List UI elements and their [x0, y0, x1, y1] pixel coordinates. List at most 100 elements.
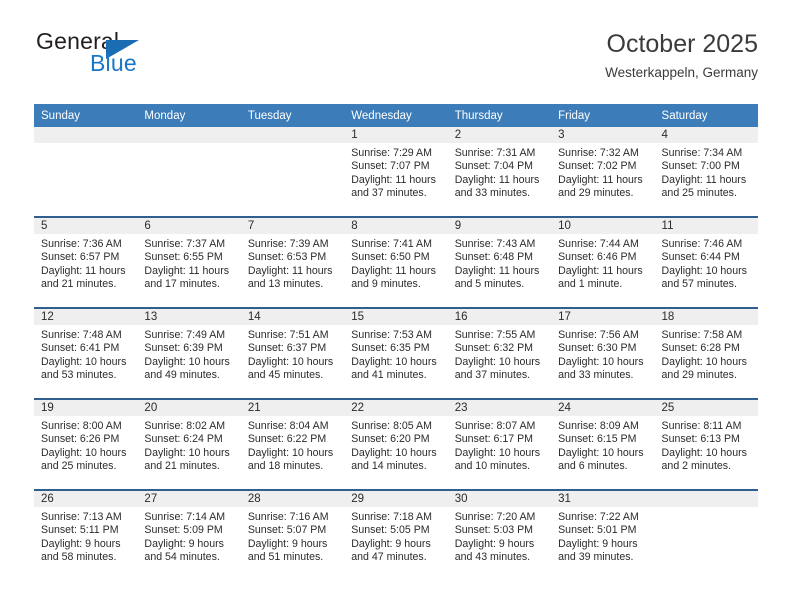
day-details: Sunrise: 7:39 AM Sunset: 6:53 PM Dayligh…	[241, 234, 344, 292]
day-details	[137, 143, 240, 147]
daylight-line-2: and 1 minute.	[558, 278, 623, 291]
sunrise-line: Sunrise: 7:31 AM	[454, 147, 536, 159]
calendar-day-cell[interactable]: 17 Sunrise: 7:56 AM Sunset: 6:30 PM Dayl…	[551, 307, 655, 399]
calendar-day-cell[interactable]: 11 Sunrise: 7:46 AM Sunset: 6:44 PM Dayl…	[654, 216, 758, 308]
sunset-line: Sunset: 6:46 PM	[558, 251, 637, 264]
day-details: Sunrise: 7:53 AM Sunset: 6:35 PM Dayligh…	[344, 325, 447, 383]
calendar-day-cell[interactable]: 29 Sunrise: 7:18 AM Sunset: 5:05 PM Dayl…	[344, 489, 448, 580]
sunset-line: Sunset: 6:55 PM	[144, 251, 223, 264]
calendar-day-cell[interactable]: 4 Sunrise: 7:34 AM Sunset: 7:00 PM Dayli…	[654, 127, 758, 217]
calendar-day-cell[interactable]: 20 Sunrise: 8:02 AM Sunset: 6:24 PM Dayl…	[137, 398, 241, 490]
day-number: 13	[137, 309, 241, 325]
page-header: General Blue October 2025 Westerkappeln,…	[34, 30, 758, 92]
daylight-line-1: Daylight: 10 hours	[661, 355, 747, 368]
calendar-day-cell[interactable]	[137, 127, 241, 217]
daylight-line-2: and 45 minutes.	[247, 369, 324, 382]
calendar-day-cell[interactable]	[240, 127, 345, 217]
calendar-day-cell[interactable]: 7 Sunrise: 7:39 AM Sunset: 6:53 PM Dayli…	[240, 216, 345, 308]
day-details: Sunrise: 7:44 AM Sunset: 6:46 PM Dayligh…	[551, 234, 654, 292]
day-details: Sunrise: 7:13 AM Sunset: 5:11 PM Dayligh…	[34, 507, 137, 565]
day-details: Sunrise: 7:46 AM Sunset: 6:44 PM Dayligh…	[655, 234, 758, 292]
sunrise-line: Sunrise: 8:07 AM	[454, 420, 536, 432]
calendar-day-cell[interactable]: 16 Sunrise: 7:55 AM Sunset: 6:32 PM Dayl…	[447, 307, 552, 399]
daylight-line-2: and 25 minutes.	[661, 187, 737, 200]
day-number: 25	[654, 400, 758, 416]
day-number: 14	[240, 309, 345, 325]
day-details: Sunrise: 8:05 AM Sunset: 6:20 PM Dayligh…	[344, 416, 447, 474]
sunset-line: Sunset: 7:07 PM	[351, 160, 430, 173]
calendar-day-cell[interactable]: 19 Sunrise: 8:00 AM Sunset: 6:26 PM Dayl…	[34, 398, 138, 490]
brand-logo[interactable]: General Blue	[34, 30, 234, 88]
daylight-line-2: and 41 minutes.	[351, 369, 427, 382]
calendar-week-row: 5 Sunrise: 7:36 AM Sunset: 6:57 PM Dayli…	[34, 216, 758, 308]
calendar-day-cell[interactable]: 22 Sunrise: 8:05 AM Sunset: 6:20 PM Dayl…	[344, 398, 448, 490]
daylight-line-1: Daylight: 11 hours	[351, 264, 436, 277]
day-number: 19	[34, 400, 138, 416]
sunrise-line: Sunrise: 8:09 AM	[558, 420, 639, 432]
sunset-line: Sunset: 6:20 PM	[351, 433, 430, 446]
calendar-day-cell[interactable]: 28 Sunrise: 7:16 AM Sunset: 5:07 PM Dayl…	[240, 489, 345, 580]
sunset-line: Sunset: 6:53 PM	[247, 251, 327, 264]
page-title: October 2025	[606, 30, 759, 58]
day-number	[137, 127, 241, 143]
day-details: Sunrise: 8:07 AM Sunset: 6:17 PM Dayligh…	[448, 416, 551, 474]
sunset-line: Sunset: 6:28 PM	[661, 342, 740, 355]
daylight-line-1: Daylight: 11 hours	[351, 173, 436, 186]
sunrise-line: Sunrise: 7:51 AM	[247, 329, 329, 341]
calendar-day-cell[interactable]	[34, 127, 138, 217]
sunset-line: Sunset: 6:50 PM	[351, 251, 430, 264]
calendar-day-cell[interactable]: 27 Sunrise: 7:14 AM Sunset: 5:09 PM Dayl…	[137, 489, 241, 580]
calendar-day-cell[interactable]: 30 Sunrise: 7:20 AM Sunset: 5:03 PM Dayl…	[447, 489, 552, 580]
sunrise-line: Sunrise: 7:32 AM	[558, 147, 639, 159]
daylight-line-2: and 29 minutes.	[558, 187, 634, 200]
day-number: 16	[447, 309, 552, 325]
day-number: 24	[551, 400, 655, 416]
calendar-day-cell[interactable]: 18 Sunrise: 7:58 AM Sunset: 6:28 PM Dayl…	[654, 307, 758, 399]
calendar-day-cell[interactable]: 9 Sunrise: 7:43 AM Sunset: 6:48 PM Dayli…	[447, 216, 552, 308]
calendar-day-cell[interactable]: 3 Sunrise: 7:32 AM Sunset: 7:02 PM Dayli…	[551, 127, 655, 217]
calendar-body: 1 Sunrise: 7:29 AM Sunset: 7:07 PM Dayli…	[34, 127, 758, 580]
sunrise-line: Sunrise: 7:37 AM	[144, 238, 226, 250]
day-details: Sunrise: 7:36 AM Sunset: 6:57 PM Dayligh…	[34, 234, 137, 292]
daylight-line-2: and 37 minutes.	[351, 187, 427, 200]
title-block: October 2025 Westerkappeln, Germany	[605, 30, 758, 81]
calendar-week-row: 1 Sunrise: 7:29 AM Sunset: 7:07 PM Dayli…	[34, 127, 758, 217]
calendar-day-cell[interactable]: 10 Sunrise: 7:44 AM Sunset: 6:46 PM Dayl…	[551, 216, 655, 308]
calendar-day-cell[interactable]: 5 Sunrise: 7:36 AM Sunset: 6:57 PM Dayli…	[34, 216, 138, 308]
calendar-day-cell[interactable]: 24 Sunrise: 8:09 AM Sunset: 6:15 PM Dayl…	[551, 398, 655, 490]
day-number: 26	[34, 491, 138, 507]
calendar-day-cell[interactable]: 13 Sunrise: 7:49 AM Sunset: 6:39 PM Dayl…	[137, 307, 241, 399]
sunset-line: Sunset: 5:07 PM	[247, 524, 327, 537]
day-details: Sunrise: 8:00 AM Sunset: 6:26 PM Dayligh…	[34, 416, 137, 474]
day-details: Sunrise: 7:29 AM Sunset: 7:07 PM Dayligh…	[344, 143, 447, 201]
daylight-line-1: Daylight: 11 hours	[247, 264, 333, 277]
day-details: Sunrise: 7:31 AM Sunset: 7:04 PM Dayligh…	[448, 143, 551, 201]
calendar-day-cell[interactable]: 2 Sunrise: 7:31 AM Sunset: 7:04 PM Dayli…	[447, 127, 552, 217]
sunrise-line: Sunrise: 7:39 AM	[247, 238, 329, 250]
calendar-day-cell[interactable]: 21 Sunrise: 8:04 AM Sunset: 6:22 PM Dayl…	[240, 398, 345, 490]
calendar-day-cell[interactable]: 25 Sunrise: 8:11 AM Sunset: 6:13 PM Dayl…	[654, 398, 758, 490]
calendar-day-cell[interactable]: 8 Sunrise: 7:41 AM Sunset: 6:50 PM Dayli…	[344, 216, 448, 308]
calendar-day-cell[interactable]: 12 Sunrise: 7:48 AM Sunset: 6:41 PM Dayl…	[34, 307, 138, 399]
sunset-line: Sunset: 7:02 PM	[558, 160, 637, 173]
sunrise-line: Sunrise: 7:43 AM	[454, 238, 536, 250]
day-details: Sunrise: 8:11 AM Sunset: 6:13 PM Dayligh…	[655, 416, 758, 474]
calendar-day-cell[interactable]: 15 Sunrise: 7:53 AM Sunset: 6:35 PM Dayl…	[344, 307, 448, 399]
sunrise-line: Sunrise: 7:49 AM	[144, 329, 226, 341]
day-details: Sunrise: 7:58 AM Sunset: 6:28 PM Dayligh…	[655, 325, 758, 383]
calendar-day-cell[interactable]: 31 Sunrise: 7:22 AM Sunset: 5:01 PM Dayl…	[551, 489, 655, 580]
sunrise-line: Sunrise: 7:55 AM	[454, 329, 536, 341]
calendar-day-cell[interactable]: 1 Sunrise: 7:29 AM Sunset: 7:07 PM Dayli…	[344, 127, 448, 217]
daylight-line-2: and 10 minutes.	[454, 460, 531, 473]
calendar-day-cell[interactable]: 14 Sunrise: 7:51 AM Sunset: 6:37 PM Dayl…	[240, 307, 345, 399]
calendar-table: Sunday Monday Tuesday Wednesday Thursday…	[34, 104, 758, 580]
sunrise-line: Sunrise: 7:56 AM	[558, 329, 639, 341]
calendar-day-cell[interactable]: 26 Sunrise: 7:13 AM Sunset: 5:11 PM Dayl…	[34, 489, 138, 580]
day-number: 11	[654, 218, 758, 234]
calendar-day-cell[interactable]: 6 Sunrise: 7:37 AM Sunset: 6:55 PM Dayli…	[137, 216, 241, 308]
daylight-line-1: Daylight: 11 hours	[41, 264, 126, 277]
daylight-line-2: and 49 minutes.	[144, 369, 220, 382]
calendar-day-cell[interactable]	[654, 489, 758, 580]
calendar-day-cell[interactable]: 23 Sunrise: 8:07 AM Sunset: 6:17 PM Dayl…	[447, 398, 552, 490]
sunrise-line: Sunrise: 7:44 AM	[558, 238, 639, 250]
